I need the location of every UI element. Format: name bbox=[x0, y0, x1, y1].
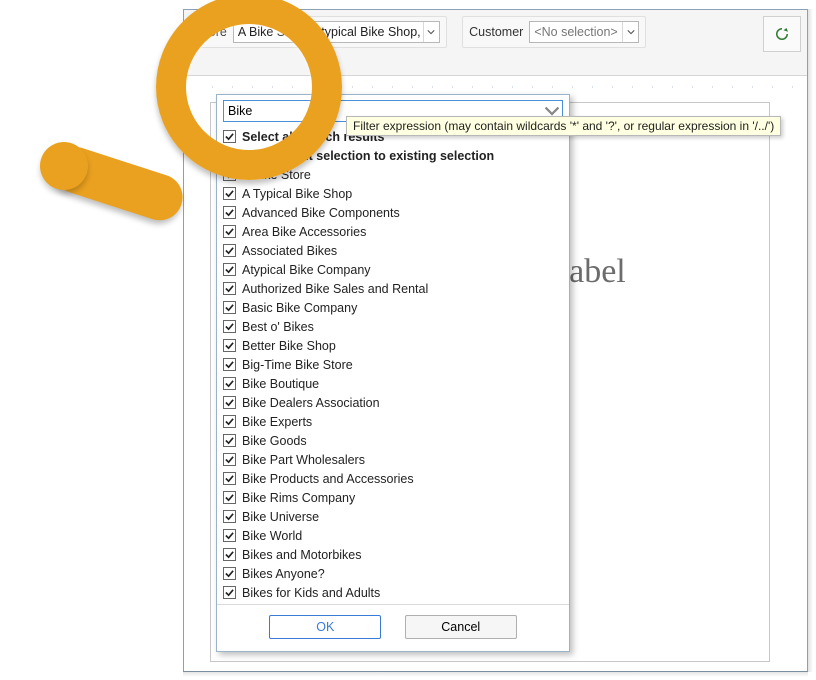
list-item-label: A Bike Store bbox=[242, 168, 311, 182]
filter-tooltip: Filter expression (may contain wildcards… bbox=[346, 116, 781, 136]
checkbox-checked-icon[interactable] bbox=[223, 567, 236, 580]
checkbox-checked-icon[interactable] bbox=[223, 187, 236, 200]
list-item[interactable]: Bike Goods bbox=[217, 431, 569, 450]
checkbox-checked-icon[interactable] bbox=[223, 415, 236, 428]
checkbox-checked-icon[interactable] bbox=[223, 301, 236, 314]
list-item[interactable]: A Bike Store bbox=[217, 165, 569, 184]
refresh-button[interactable] bbox=[763, 16, 801, 52]
shadow bbox=[183, 671, 808, 677]
list-item[interactable]: Bikes Anyone? bbox=[217, 564, 569, 583]
list-item[interactable]: Authorized Bike Sales and Rental bbox=[217, 279, 569, 298]
list-item[interactable]: Big-Time Bike Store bbox=[217, 355, 569, 374]
list-item[interactable]: Associated Bikes bbox=[217, 241, 569, 260]
app-window: Store A Bike Store, Atypical Bike Shop, … bbox=[183, 9, 808, 672]
list-item-label: A Typical Bike Shop bbox=[242, 187, 352, 201]
checkbox-checked-icon[interactable] bbox=[223, 320, 236, 333]
store-label: Store bbox=[197, 25, 233, 39]
cancel-button[interactable]: Cancel bbox=[405, 615, 517, 639]
chevron-down-icon bbox=[622, 22, 638, 42]
list-item[interactable]: Best o' Bikes bbox=[217, 317, 569, 336]
list-item[interactable]: Bike Products and Accessories bbox=[217, 469, 569, 488]
multiselect-dropdown: Select all search results Add current se… bbox=[216, 94, 570, 652]
list-item[interactable]: Bike Boutique bbox=[217, 374, 569, 393]
list-item-label: Bike Products and Accessories bbox=[242, 472, 414, 486]
list-item[interactable]: Advanced Bike Components bbox=[217, 203, 569, 222]
customer-label: Customer bbox=[469, 25, 529, 39]
checkbox-checked-icon[interactable] bbox=[223, 529, 236, 542]
list-item[interactable]: Bike Dealers Association bbox=[217, 393, 569, 412]
checkbox-checked-icon[interactable] bbox=[223, 453, 236, 466]
customer-select[interactable]: <No selection> bbox=[529, 21, 639, 43]
list-item-label: Bikes for Kids and Adults bbox=[242, 586, 380, 600]
chevron-down-icon bbox=[423, 22, 439, 42]
ruler bbox=[212, 86, 797, 88]
checkbox-checked-icon[interactable] bbox=[223, 510, 236, 523]
checkbox-checked-icon[interactable] bbox=[223, 491, 236, 504]
list-item[interactable]: Area Bike Accessories bbox=[217, 222, 569, 241]
checkbox-checked-icon[interactable] bbox=[223, 149, 236, 162]
list-item-label: Best o' Bikes bbox=[242, 320, 314, 334]
list-item-label: Bike World bbox=[242, 529, 302, 543]
list-item[interactable]: Bike Experts bbox=[217, 412, 569, 431]
list-item[interactable]: A Typical Bike Shop bbox=[217, 184, 569, 203]
checkbox-checked-icon[interactable] bbox=[223, 130, 236, 143]
store-filter-group: Store A Bike Store, Atypical Bike Shop, bbox=[190, 16, 447, 48]
ok-button[interactable]: OK bbox=[269, 615, 381, 639]
checkbox-checked-icon[interactable] bbox=[223, 377, 236, 390]
checkbox-checked-icon[interactable] bbox=[223, 206, 236, 219]
list-item-label: Authorized Bike Sales and Rental bbox=[242, 282, 428, 296]
dialog-buttons: OK Cancel bbox=[217, 604, 569, 651]
list-item-label: Bike Part Wholesalers bbox=[242, 453, 365, 467]
list-item-label: Bikes and Motorbikes bbox=[242, 548, 362, 562]
list-item[interactable]: Bike Part Wholesalers bbox=[217, 450, 569, 469]
list-item[interactable]: Basic Bike Company bbox=[217, 298, 569, 317]
list-item[interactable]: Bike Rims Company bbox=[217, 488, 569, 507]
list-item-label: Better Bike Shop bbox=[242, 339, 336, 353]
list-item-label: Bike Experts bbox=[242, 415, 312, 429]
list-item-label: Basic Bike Company bbox=[242, 301, 357, 315]
list-item-label: Area Bike Accessories bbox=[242, 225, 366, 239]
list-item-label: Bike Dealers Association bbox=[242, 396, 380, 410]
list-item[interactable]: Bikes and Motorbikes bbox=[217, 545, 569, 564]
add-current-label: Add current selection to existing select… bbox=[242, 149, 494, 163]
shadow bbox=[808, 9, 813, 672]
list-item[interactable]: Better Bike Shop bbox=[217, 336, 569, 355]
checkbox-checked-icon[interactable] bbox=[223, 472, 236, 485]
customer-filter-group: Customer <No selection> bbox=[462, 16, 646, 48]
list-item[interactable]: Bikes for Kids and Adults bbox=[217, 583, 569, 602]
checkbox-checked-icon[interactable] bbox=[223, 263, 236, 276]
list-item-label: Advanced Bike Components bbox=[242, 206, 400, 220]
checkbox-checked-icon[interactable] bbox=[223, 244, 236, 257]
list-item-label: Big-Time Bike Store bbox=[242, 358, 353, 372]
list-item[interactable]: Atypical Bike Company bbox=[217, 260, 569, 279]
list-item-label: Bike Rims Company bbox=[242, 491, 355, 505]
checkbox-checked-icon[interactable] bbox=[223, 396, 236, 409]
checkbox-checked-icon[interactable] bbox=[223, 548, 236, 561]
refresh-icon bbox=[773, 25, 791, 43]
checkbox-checked-icon[interactable] bbox=[223, 225, 236, 238]
checkbox-checked-icon[interactable] bbox=[223, 339, 236, 352]
list-item[interactable]: Bike Universe bbox=[217, 507, 569, 526]
store-select-value: A Bike Store, Atypical Bike Shop, bbox=[238, 25, 421, 39]
store-select[interactable]: A Bike Store, Atypical Bike Shop, bbox=[233, 21, 440, 43]
checkbox-checked-icon[interactable] bbox=[223, 282, 236, 295]
toolbar: Store A Bike Store, Atypical Bike Shop, … bbox=[184, 10, 807, 76]
list-item[interactable]: Bike World bbox=[217, 526, 569, 545]
list-item-label: Bikes Anyone? bbox=[242, 567, 325, 581]
list-item-label: Bike Boutique bbox=[242, 377, 319, 391]
list-item-label: Bike Universe bbox=[242, 510, 319, 524]
add-current-row[interactable]: Add current selection to existing select… bbox=[217, 146, 569, 165]
customer-select-value: <No selection> bbox=[534, 25, 617, 39]
checkbox-checked-icon[interactable] bbox=[223, 586, 236, 599]
checkbox-checked-icon[interactable] bbox=[223, 168, 236, 181]
list-item-label: Atypical Bike Company bbox=[242, 263, 371, 277]
checkbox-checked-icon[interactable] bbox=[223, 434, 236, 447]
list-item-label: Associated Bikes bbox=[242, 244, 337, 258]
options-list[interactable]: Select all search results Add current se… bbox=[217, 125, 569, 604]
list-item-label: Bike Goods bbox=[242, 434, 307, 448]
checkbox-checked-icon[interactable] bbox=[223, 358, 236, 371]
